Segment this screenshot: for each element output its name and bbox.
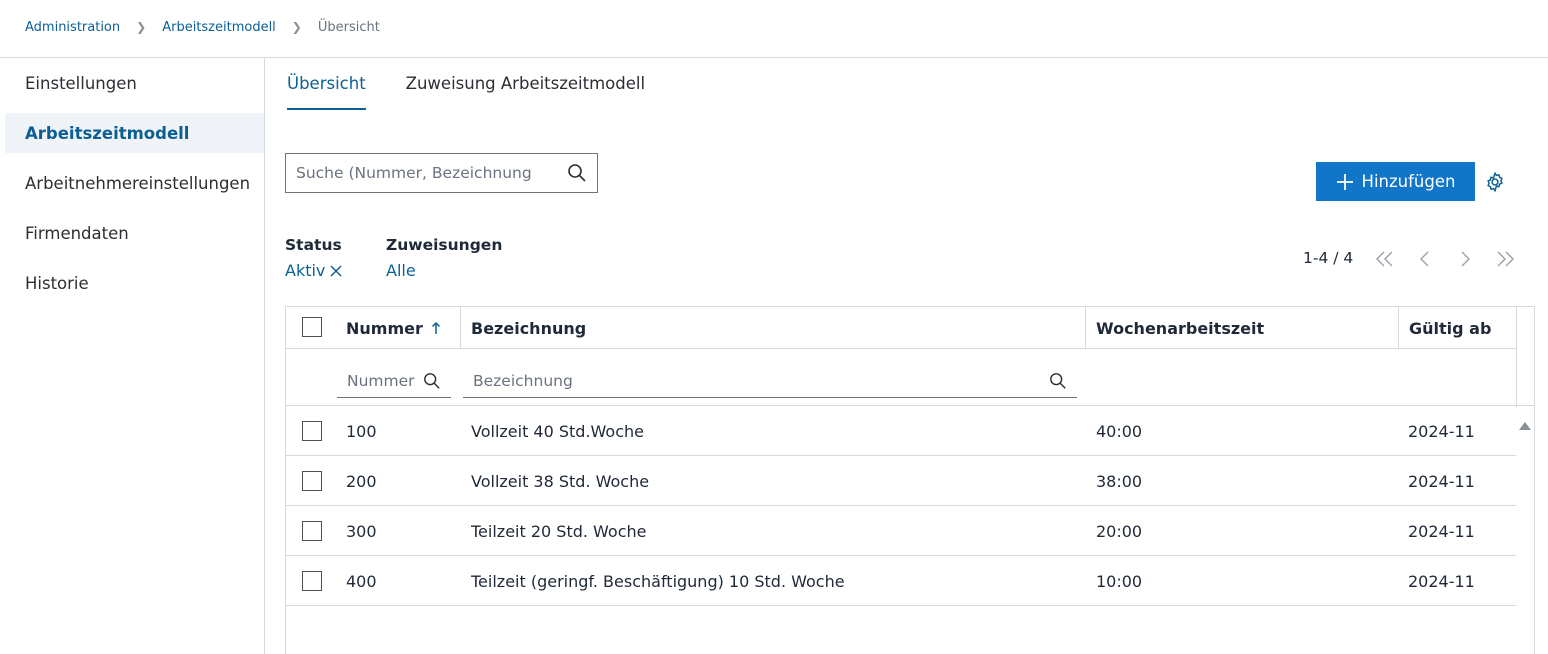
cell-wochenarbeitszeit: 10:00: [1096, 571, 1143, 591]
table-row[interactable]: 200 Vollzeit 38 Std. Woche 38:00 2024-11: [286, 456, 1516, 506]
cell-bezeichnung: Teilzeit 20 Std. Woche: [471, 521, 647, 541]
cell-gueltig-ab: 2024-11: [1408, 421, 1475, 441]
cell-gueltig-ab: 2024-11: [1408, 571, 1475, 591]
cell-gueltig-ab: 2024-11: [1408, 521, 1475, 541]
column-header-nummer[interactable]: Nummer: [336, 307, 460, 349]
zuweisungen-filter-label: Zuweisungen: [386, 236, 503, 254]
cell-bezeichnung: Vollzeit 40 Std.Woche: [471, 421, 644, 441]
table-row[interactable]: 100 Vollzeit 40 Std.Woche 40:00 2024-11: [286, 406, 1516, 456]
status-filter-value: Aktiv: [285, 261, 326, 280]
chevron-right-icon: ❯: [291, 20, 302, 34]
table-row[interactable]: 400 Teilzeit (geringf. Beschäftigung) 10…: [286, 556, 1516, 606]
next-page-icon[interactable]: [1453, 248, 1477, 270]
cell-nummer: 100: [346, 421, 377, 441]
bezeichnung-filter-input[interactable]: [473, 371, 1049, 390]
breadcrumb: Administration ❯ Arbeitszeitmodell ❯ Übe…: [25, 17, 380, 37]
sidebar-item-label: Arbeitszeitmodell: [25, 123, 190, 143]
scroll-up-icon[interactable]: [1518, 417, 1532, 430]
row-checkbox[interactable]: [302, 521, 322, 541]
last-page-icon[interactable]: [1493, 248, 1517, 270]
cell-wochenarbeitszeit: 38:00: [1096, 471, 1143, 491]
breadcrumb-current: Übersicht: [317, 19, 380, 35]
column-header-gueltig-ab[interactable]: Gültig ab: [1399, 307, 1516, 349]
cell-bezeichnung: Vollzeit 38 Std. Woche: [471, 471, 650, 491]
tab-bar: Übersicht Zuweisung Arbeitszeitmodell: [287, 58, 685, 110]
cell-nummer: 400: [346, 571, 377, 591]
gear-icon[interactable]: [1484, 171, 1506, 193]
breadcrumb-administration[interactable]: Administration: [25, 20, 120, 35]
cell-wochenarbeitszeit: 20:00: [1096, 521, 1143, 541]
row-checkbox[interactable]: [302, 471, 322, 491]
sidebar: Einstellungen Arbeitszeitmodell Arbeitne…: [0, 58, 265, 654]
sort-ascending-icon: [431, 321, 441, 335]
bezeichnung-filter: [463, 364, 1077, 398]
pagination-info: 1-4 / 4: [1303, 249, 1354, 267]
search-field: [285, 153, 598, 193]
table-header: Nummer Bezeichnung Wochenarbeitszeit Gül…: [286, 307, 1517, 349]
sidebar-item-label: Einstellungen: [25, 73, 137, 93]
status-filter-label: Status: [285, 236, 342, 254]
nummer-filter-input[interactable]: [347, 371, 423, 390]
add-button[interactable]: Hinzufügen: [1316, 162, 1475, 201]
previous-page-icon[interactable]: [1413, 248, 1437, 270]
select-all-checkbox[interactable]: [302, 317, 322, 337]
breadcrumb-arbeitszeitmodell[interactable]: Arbeitszeitmodell: [162, 20, 276, 35]
chevron-right-icon: ❯: [136, 20, 147, 34]
data-table: Nummer Bezeichnung Wochenarbeitszeit Gül…: [285, 306, 1535, 654]
sidebar-item-historie[interactable]: Historie: [5, 263, 264, 303]
sidebar-item-label: Firmendaten: [25, 223, 129, 243]
table-row[interactable]: 300 Teilzeit 20 Std. Woche 20:00 2024-11: [286, 506, 1516, 556]
column-header-wochenarbeitszeit[interactable]: Wochenarbeitszeit: [1086, 307, 1398, 349]
search-input[interactable]: [296, 164, 567, 182]
status-filter-chip[interactable]: Aktiv: [285, 261, 343, 280]
row-checkbox[interactable]: [302, 421, 322, 441]
sidebar-item-arbeitszeitmodell[interactable]: Arbeitszeitmodell: [5, 113, 264, 153]
add-button-label: Hinzufügen: [1361, 172, 1456, 191]
column-header-label: Nummer: [346, 318, 423, 338]
cell-wochenarbeitszeit: 40:00: [1096, 421, 1143, 441]
column-filter-row: [286, 350, 1534, 406]
search-icon[interactable]: [423, 372, 441, 390]
close-icon[interactable]: [329, 264, 343, 278]
cell-bezeichnung: Teilzeit (geringf. Beschäftigung) 10 Std…: [471, 571, 845, 591]
sidebar-item-label: Historie: [25, 273, 89, 293]
cell-gueltig-ab: 2024-11: [1408, 471, 1475, 491]
cell-nummer: 300: [346, 521, 377, 541]
search-icon[interactable]: [1049, 372, 1067, 390]
row-checkbox[interactable]: [302, 571, 322, 591]
zuweisungen-filter-value[interactable]: Alle: [386, 261, 416, 280]
first-page-icon[interactable]: [1373, 248, 1397, 270]
tab-uebersicht[interactable]: Übersicht: [287, 58, 366, 110]
plus-icon: [1336, 173, 1354, 191]
tab-zuweisung-arbeitszeitmodell[interactable]: Zuweisung Arbeitszeitmodell: [406, 58, 645, 108]
search-icon[interactable]: [567, 163, 587, 183]
column-header-bezeichnung[interactable]: Bezeichnung: [461, 307, 1085, 349]
nummer-filter: [337, 364, 451, 398]
cell-nummer: 200: [346, 471, 377, 491]
sidebar-item-label: Arbeitnehmereinstellungen: [25, 173, 251, 193]
sidebar-item-arbeitnehmereinstellungen[interactable]: Arbeitnehmereinstellungen: [5, 163, 264, 203]
sidebar-item-einstellungen[interactable]: Einstellungen: [5, 63, 264, 103]
sidebar-item-firmendaten[interactable]: Firmendaten: [5, 213, 264, 253]
